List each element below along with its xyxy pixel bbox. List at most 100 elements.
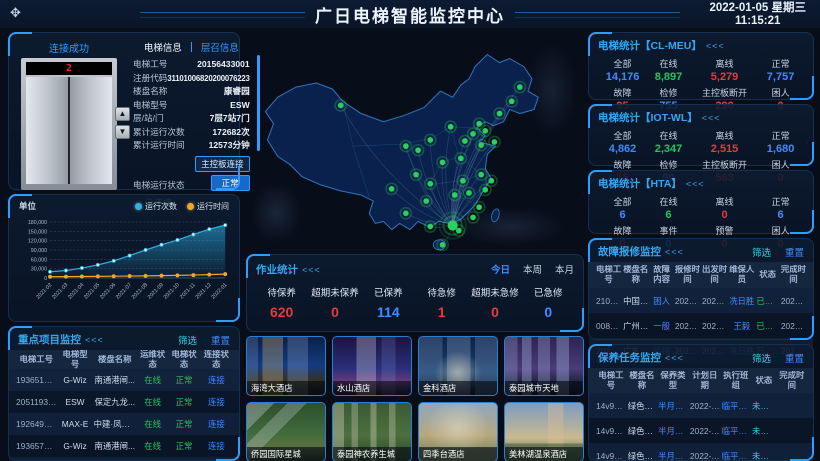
tab-floor-call-info[interactable]: 层召信息 <box>201 40 239 54</box>
data-point[interactable] <box>160 243 163 246</box>
job-stat-label: 超期未保养 <box>308 285 361 299</box>
city-dot[interactable] <box>470 131 476 137</box>
table-row[interactable]: 14v955...绿色阳...半月维保2022-0...临平站1未出发 <box>589 443 813 461</box>
jobs-tab[interactable]: 本月 <box>555 262 574 276</box>
city-dot[interactable] <box>403 210 409 216</box>
data-point[interactable] <box>128 274 131 277</box>
city-dot[interactable] <box>427 224 433 230</box>
city-dot[interactable] <box>478 142 484 148</box>
data-point[interactable] <box>176 238 179 241</box>
gallery-item[interactable]: 泰园神农养生城 <box>332 402 412 461</box>
table-row[interactable]: 14v955...绿色阳...半月维保2022-0...临平站1未出发 <box>589 393 813 418</box>
data-point[interactable] <box>192 273 195 276</box>
table-row[interactable]: 19365733...G-Wiz南通港闸...在线正常连接 <box>9 435 239 457</box>
scroll-down-button[interactable]: ▼ <box>115 125 130 139</box>
city-dot[interactable] <box>482 128 488 134</box>
data-point[interactable] <box>160 274 163 277</box>
city-dot[interactable] <box>476 121 482 127</box>
reset-button[interactable]: 重置 <box>211 333 230 347</box>
city-dot[interactable] <box>497 111 503 117</box>
table-row[interactable]: 19264933...MAX-E中建·凤凰台在线正常连接 <box>9 413 239 435</box>
hub-dot[interactable] <box>448 220 458 230</box>
city-dot[interactable] <box>415 147 421 153</box>
table-row[interactable]: 20511933...ESW保定九龙...在线正常连接 <box>9 391 239 413</box>
data-point[interactable] <box>208 273 211 276</box>
city-dot[interactable] <box>476 204 482 210</box>
table-row[interactable]: 008971广州美...一般2022-...2022-...王毅已完成2022-… <box>589 313 813 338</box>
table-row[interactable]: 19365133...G-Wiz南通港闸...在线正常连接 <box>9 369 239 391</box>
data-point[interactable] <box>48 270 51 273</box>
trend-chart: 030,00060,00090,000120,000150,000180,000… <box>15 214 233 316</box>
header-decor-left <box>140 12 305 18</box>
gallery-item[interactable]: 泰园城市天地 <box>504 336 584 396</box>
table-cell: 14v955... <box>595 401 627 411</box>
data-point[interactable] <box>80 275 83 278</box>
city-dot[interactable] <box>440 160 446 166</box>
move-icon[interactable]: ✥ <box>10 5 21 21</box>
gallery-item[interactable]: 侨园国际星城 <box>246 402 326 461</box>
city-dot[interactable] <box>427 137 433 143</box>
city-dot[interactable] <box>403 143 409 149</box>
filter-button[interactable]: 筛选 <box>178 333 197 347</box>
city-dot[interactable] <box>466 190 472 196</box>
data-point[interactable] <box>224 224 227 227</box>
table-row[interactable]: 20541133MAX-E翰林新村在线正常连接 <box>9 457 239 461</box>
city-dot[interactable] <box>470 215 476 221</box>
data-point[interactable] <box>112 259 115 262</box>
gallery-item[interactable]: 四季台酒店 <box>418 402 498 461</box>
city-dot[interactable] <box>492 139 498 145</box>
table-cell: 广州美... <box>622 320 649 332</box>
jobs-tab[interactable]: 今日 <box>491 262 510 276</box>
city-dot[interactable] <box>458 155 464 161</box>
scroll-up-button[interactable]: ▲ <box>115 107 130 121</box>
city-dot[interactable] <box>478 172 484 178</box>
gallery-item[interactable]: 水山酒店 <box>332 336 412 396</box>
tab-elevator-info[interactable]: 电梯信息 <box>144 40 182 54</box>
date-text: 2022-01-05 星期三 <box>709 2 806 15</box>
city-dot[interactable] <box>338 103 344 109</box>
city-dot[interactable] <box>509 98 515 104</box>
stat-label: 困人 <box>758 86 803 99</box>
table-row[interactable]: 14v955...绿色阳...半月维保2022-0...临平站1未出发 <box>589 418 813 443</box>
reset-button[interactable]: 重置 <box>785 245 804 259</box>
data-point[interactable] <box>112 275 115 278</box>
city-dot[interactable] <box>489 178 495 184</box>
data-point[interactable] <box>96 263 99 266</box>
data-point[interactable] <box>64 275 67 278</box>
city-dot[interactable] <box>448 124 454 130</box>
data-point[interactable] <box>64 269 67 272</box>
data-point[interactable] <box>224 272 227 275</box>
city-dot[interactable] <box>423 198 429 204</box>
city-dot[interactable] <box>460 178 466 184</box>
gallery-item[interactable]: 金科酒店 <box>418 336 498 396</box>
city-dot[interactable] <box>389 186 395 192</box>
legend-item[interactable]: 运行次数 <box>135 201 177 212</box>
title-arrows: <<< <box>686 179 705 189</box>
city-dot[interactable] <box>440 242 446 248</box>
city-dot[interactable] <box>462 138 468 144</box>
filter-button[interactable]: 筛选 <box>752 351 771 365</box>
table-cell: 在线 <box>137 374 168 386</box>
data-point[interactable] <box>48 275 51 278</box>
data-point[interactable] <box>176 274 179 277</box>
data-point[interactable] <box>192 233 195 236</box>
reset-button[interactable]: 重置 <box>785 351 804 365</box>
x-axis-tick-label: 2021-10 <box>163 282 181 301</box>
data-point[interactable] <box>208 228 211 231</box>
data-point[interactable] <box>144 248 147 251</box>
filter-button[interactable]: 筛选 <box>752 245 771 259</box>
data-point[interactable] <box>144 274 147 277</box>
city-dot[interactable] <box>452 192 458 198</box>
city-dot[interactable] <box>482 187 488 193</box>
gallery-item[interactable]: 美林湖温泉酒店 <box>504 402 584 461</box>
data-point[interactable] <box>80 266 83 269</box>
data-point[interactable] <box>128 254 131 257</box>
gallery-item[interactable]: 海湾大酒店 <box>246 336 326 396</box>
data-point[interactable] <box>96 275 99 278</box>
city-dot[interactable] <box>517 84 523 90</box>
city-dot[interactable] <box>413 172 419 178</box>
jobs-tab[interactable]: 本周 <box>523 262 542 276</box>
city-dot[interactable] <box>427 181 433 187</box>
table-row[interactable]: 21000...中国人...困人2022-...2022-...冼日胜已完成20… <box>589 288 813 313</box>
legend-item[interactable]: 运行时间 <box>187 201 229 212</box>
